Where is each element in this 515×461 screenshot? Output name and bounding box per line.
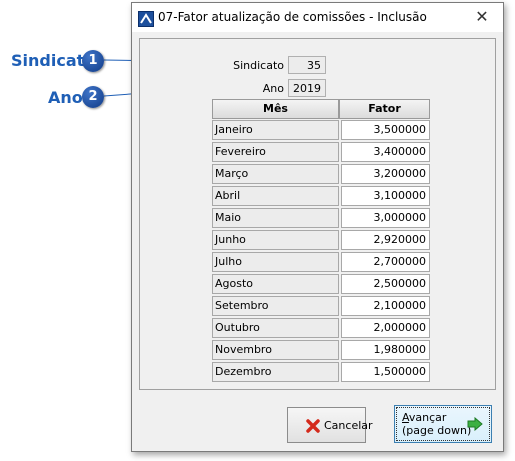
table-row[interactable]: Agosto 2,500000 (212, 273, 430, 295)
cell-mes: Agosto (212, 274, 339, 294)
title-bar: 07-Fator atualização de comissões - Incl… (132, 3, 503, 32)
cell-fator-input[interactable]: 2,700000 (341, 252, 430, 272)
cell-fator-input[interactable]: 3,400000 (341, 142, 430, 162)
close-icon: ✕ (475, 9, 489, 26)
cell-mes: Fevereiro (212, 142, 339, 162)
table-row[interactable]: Julho 2,700000 (212, 251, 430, 273)
cell-mes: Abril (212, 186, 339, 206)
dialog-window: 07-Fator atualização de comissões - Incl… (131, 2, 504, 452)
callout-badge-2: 2 (82, 86, 104, 108)
next-button-sublabel: (page down) (402, 424, 472, 437)
table-row[interactable]: Setembro 2,100000 (212, 295, 430, 317)
sindicato-label: Sindicato (233, 59, 284, 72)
table-row[interactable]: Abril 3,100000 (212, 185, 430, 207)
sindicato-field[interactable]: 35 (288, 56, 326, 74)
cell-mes: Março (212, 164, 339, 184)
table-row[interactable]: Outubro 2,000000 (212, 317, 430, 339)
table-row[interactable]: Novembro 1,980000 (212, 339, 430, 361)
table-row[interactable]: Fevereiro 3,400000 (212, 141, 430, 163)
cell-fator-input[interactable]: 1,500000 (341, 362, 430, 382)
cell-fator-input[interactable]: 3,000000 (341, 208, 430, 228)
ano-label: Ano (262, 82, 284, 95)
cell-fator-input[interactable]: 2,000000 (341, 318, 430, 338)
table-row[interactable]: Maio 3,000000 (212, 207, 430, 229)
callout-label-ano: Ano (48, 88, 83, 107)
column-header-fator[interactable]: Fator (339, 99, 430, 119)
cell-mes: Julho (212, 252, 339, 272)
red-x-icon (306, 419, 320, 433)
fator-grid: Mês Fator Janeiro 3,500000 Fevereiro 3,4000… (212, 99, 430, 383)
cell-mes: Dezembro (212, 362, 339, 382)
cell-mes: Junho (212, 230, 339, 250)
cancel-button[interactable]: Cancelar (287, 407, 373, 443)
table-row[interactable]: Junho 2,920000 (212, 229, 430, 251)
next-label-rest: vançar (408, 411, 447, 424)
ano-field[interactable]: 2019 (288, 79, 326, 97)
cell-mes: Janeiro (212, 120, 339, 140)
next-button-label: Avançar (page down) (402, 411, 471, 437)
cell-fator-input[interactable]: 3,200000 (341, 164, 430, 184)
cell-fator-input[interactable]: 1,980000 (341, 340, 430, 360)
cell-fator-input[interactable]: 2,500000 (341, 274, 430, 294)
callout-badge-1: 1 (82, 50, 104, 72)
cell-fator-input[interactable]: 2,100000 (341, 296, 430, 316)
grid-header: Mês Fator (212, 99, 430, 119)
grid-body: Janeiro 3,500000 Fevereiro 3,400000 Março 3,2… (212, 119, 430, 383)
column-header-mes[interactable]: Mês (212, 99, 339, 119)
form-panel: Sindicato 35 Ano 2019 Mês Fator Janeiro 3… (139, 38, 496, 390)
app-icon (138, 11, 154, 27)
next-button[interactable]: Avançar (page down) (394, 405, 492, 443)
window-title: 07-Fator atualização de comissões - Incl… (158, 10, 427, 24)
cell-fator-input[interactable]: 3,100000 (341, 186, 430, 206)
table-row[interactable]: Janeiro 3,500000 (212, 119, 430, 141)
green-arrow-right-icon (467, 417, 483, 431)
cell-mes: Outubro (212, 318, 339, 338)
cell-mes: Novembro (212, 340, 339, 360)
table-row[interactable]: Dezembro 1,500000 (212, 361, 430, 383)
close-button[interactable]: ✕ (461, 3, 503, 32)
cell-mes: Setembro (212, 296, 339, 316)
table-row[interactable]: Março 3,200000 (212, 163, 430, 185)
cell-fator-input[interactable]: 3,500000 (341, 120, 430, 140)
cancel-button-label: Cancelar (324, 419, 373, 432)
next-label-accesskey: A (402, 411, 409, 424)
cell-fator-input[interactable]: 2,920000 (341, 230, 430, 250)
cell-mes: Maio (212, 208, 339, 228)
